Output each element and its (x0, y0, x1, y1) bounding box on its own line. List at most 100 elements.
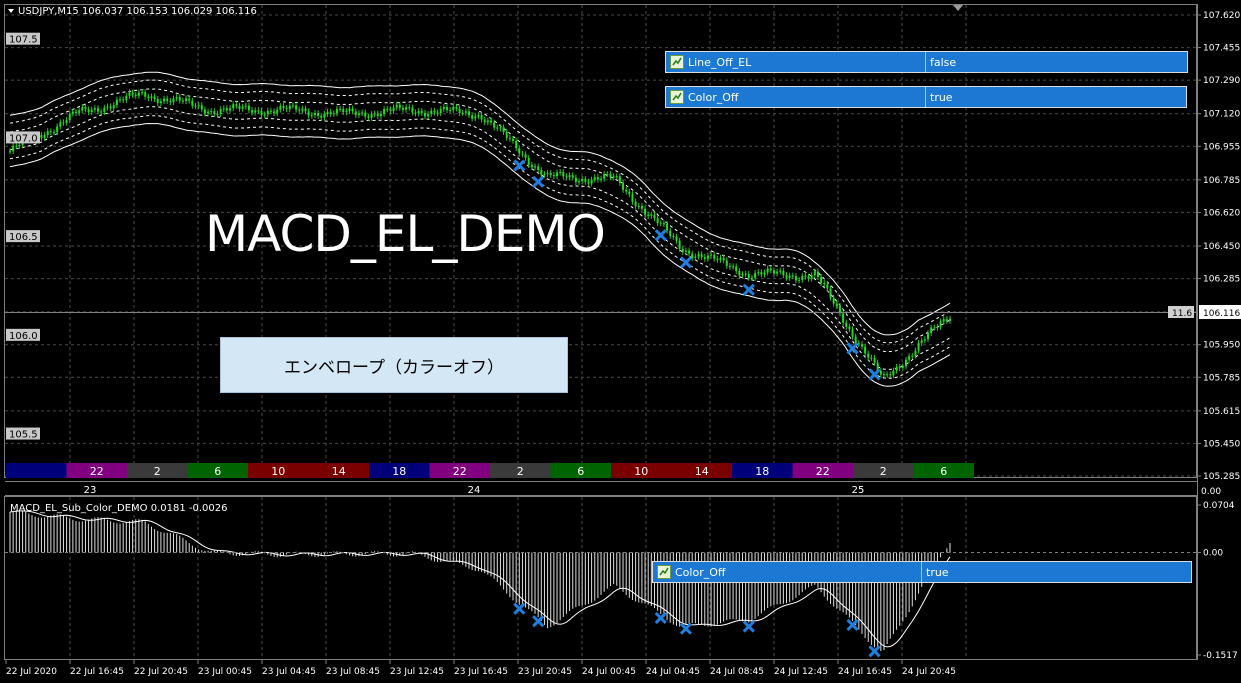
param-name: Color_Off (675, 565, 726, 579)
candle-body (628, 191, 631, 195)
candle-body (12, 145, 15, 152)
candle-body (568, 175, 571, 178)
candle-body (370, 114, 373, 118)
sub-axis-label: -0.1517 (1203, 651, 1238, 661)
candle-body (747, 273, 750, 278)
candle-body (150, 96, 153, 99)
candle-body (427, 113, 430, 117)
candle-body (697, 254, 700, 257)
level-label: 107.0 (9, 133, 38, 144)
candle-body (84, 107, 87, 110)
candle-body (653, 214, 656, 219)
candle-body (650, 214, 653, 216)
candle-body (596, 177, 599, 180)
candle-body (552, 174, 555, 177)
candle-body (109, 106, 112, 109)
candle-body (578, 181, 581, 183)
candle-body (823, 282, 826, 285)
candle-body (159, 101, 162, 103)
candle-body (647, 214, 650, 216)
axis-tick-label: 105.285 (1203, 472, 1240, 482)
candle-body (556, 172, 559, 177)
candle-body (559, 172, 562, 174)
candle-body (398, 104, 401, 108)
candle-body (354, 111, 357, 115)
candle-body (681, 248, 684, 252)
candle-body (691, 253, 694, 258)
candle-body (273, 111, 276, 114)
candle-body (326, 111, 329, 114)
candle-body (574, 177, 577, 183)
candle-body (464, 111, 467, 113)
candle-body (40, 135, 43, 138)
hour-cell-label: 6 (577, 465, 584, 478)
candle-body (546, 173, 549, 175)
candle-body (917, 342, 920, 351)
param-line-off-el[interactable]: Line_Off_EL false (665, 51, 1188, 73)
candle-body (505, 132, 508, 138)
param-separator (925, 87, 926, 107)
param-color-off[interactable]: Color_Off true (665, 86, 1187, 108)
param-value: true (930, 90, 953, 104)
candle-body (207, 111, 210, 114)
candle-body (229, 108, 232, 111)
candle-body (238, 105, 241, 109)
candle-body (53, 132, 56, 134)
axis-tick-label: 106.285 (1203, 275, 1240, 285)
candle-body (512, 138, 515, 141)
candle-body (310, 115, 313, 117)
time-label: 22 Jul 2020 (6, 667, 57, 677)
candle-body (895, 366, 898, 371)
candle-body (279, 106, 282, 110)
candle-body (411, 107, 414, 113)
candle-body (801, 276, 804, 280)
axis-tick-label: 105.785 (1203, 373, 1240, 383)
candle-body (420, 110, 423, 113)
candle-body (640, 206, 643, 209)
candle-body (904, 359, 907, 367)
candle-body (502, 127, 505, 133)
candle-body (543, 174, 546, 176)
candle-body (889, 374, 892, 376)
candle-body (810, 275, 813, 279)
candle-body (587, 181, 590, 184)
time-label: 24 Jul 08:45 (710, 667, 764, 677)
candle-body (662, 223, 665, 225)
candle-body (612, 176, 615, 178)
candle-body (386, 109, 389, 111)
candle-body (68, 113, 71, 121)
candle-body (562, 172, 565, 177)
candle-body (430, 110, 433, 114)
candle-body (939, 321, 942, 327)
candle-body (147, 96, 150, 99)
candle-body (886, 374, 889, 376)
time-label: 24 Jul 16:45 (838, 667, 892, 677)
candle-body (549, 173, 552, 175)
candle-body (395, 104, 398, 108)
param-color-off-sub[interactable]: Color_Off true (652, 561, 1192, 583)
candle-body (942, 319, 945, 322)
candle-body (508, 137, 511, 139)
candle-body (732, 266, 735, 268)
candle-body (480, 114, 483, 120)
day-label: 24 (468, 485, 481, 496)
candle-body (678, 240, 681, 249)
candle-body (521, 153, 524, 155)
candle-body (524, 154, 527, 158)
shift-marker-icon (953, 5, 963, 11)
candle-body (144, 92, 147, 97)
hour-cell-label: 14 (695, 465, 709, 478)
hour-cell-label: 2 (880, 465, 887, 478)
time-label: 23 Jul 08:45 (326, 667, 380, 677)
candle-body (392, 107, 395, 111)
candle-body (835, 303, 838, 307)
candle-body (920, 340, 923, 343)
candle-body (684, 250, 687, 252)
candle-body (527, 157, 530, 165)
hour-cell-label: 18 (755, 465, 769, 478)
candle-body (323, 113, 326, 118)
candle-body (383, 109, 386, 114)
candle-body (260, 110, 263, 116)
candle-body (716, 258, 719, 260)
day-label: 25 (852, 485, 865, 496)
